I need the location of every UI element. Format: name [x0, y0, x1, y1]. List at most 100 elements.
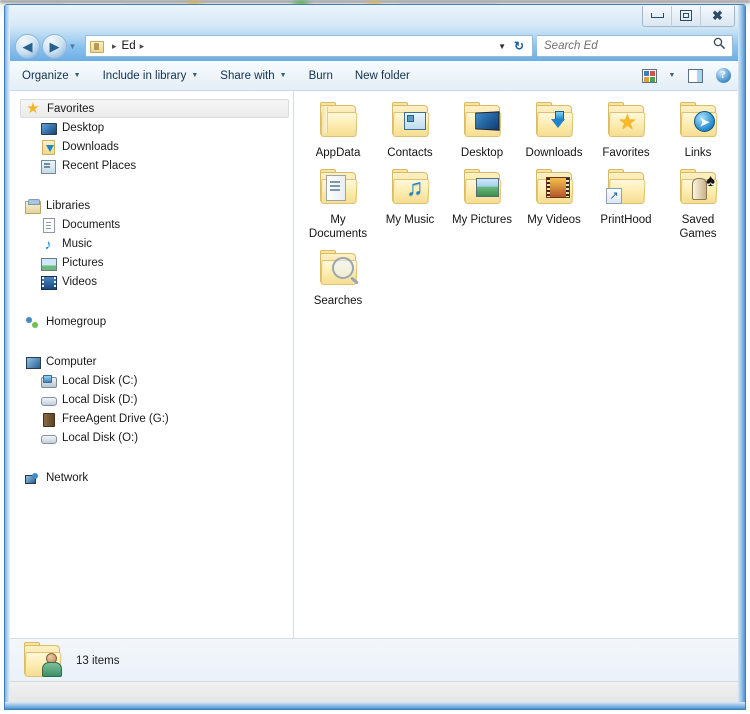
help-icon: ?: [715, 68, 731, 83]
close-button[interactable]: ✖: [701, 6, 734, 25]
change-view-button[interactable]: [636, 65, 662, 87]
recent-places-icon: [40, 158, 56, 174]
documents-icon: [40, 217, 56, 233]
list-item-label: Saved Games: [679, 214, 717, 240]
film-icon: [546, 177, 570, 198]
external-drive-icon: [40, 411, 56, 427]
folder-searches-icon: [314, 249, 362, 291]
monitor-icon: [475, 111, 500, 131]
folder-pictures-icon: [458, 168, 506, 210]
sidebar-label-favorites: Favorites: [47, 102, 95, 115]
chevron-down-icon: ▼: [191, 72, 199, 79]
list-item-label: Contacts: [387, 147, 433, 159]
sidebar-item-pictures[interactable]: Pictures: [10, 253, 293, 272]
star-icon: ★: [26, 99, 40, 117]
folder-videos-icon: [530, 168, 578, 210]
command-toolbar: Organize ▼ Include in library ▼ Share wi…: [10, 61, 738, 91]
list-item[interactable]: ★ Favorites: [590, 97, 662, 160]
sidebar-item-music[interactable]: ♪ Music: [10, 234, 293, 253]
recent-pages-dropdown-icon[interactable]: ▼: [68, 42, 77, 51]
user-avatar-icon: [42, 652, 62, 677]
disk-icon: [40, 392, 57, 408]
organize-button[interactable]: Organize ▼: [12, 65, 91, 87]
folder-downloads-icon: [530, 101, 578, 143]
videos-icon: [40, 274, 57, 290]
minimize-button[interactable]: [643, 6, 672, 25]
sidebar-item-local-disk-c[interactable]: Local Disk (C:): [10, 371, 293, 390]
sidebar-item-videos[interactable]: Videos: [10, 272, 293, 291]
change-view-dropdown[interactable]: ▼: [664, 65, 680, 87]
icon-grid: AppData Contacts Desktop Downloads ★ Fav…: [294, 91, 738, 312]
include-in-library-button[interactable]: Include in library ▼: [93, 65, 209, 87]
sidebar-item-desktop[interactable]: Desktop: [10, 118, 293, 137]
sidebar-item-homegroup[interactable]: Homegroup: [10, 312, 293, 331]
share-with-button[interactable]: Share with ▼: [210, 65, 296, 87]
sidebar-label-downloads: Downloads: [62, 140, 119, 153]
back-button[interactable]: ◀: [15, 33, 40, 59]
search-icon: [713, 37, 726, 55]
homegroup-icon: [24, 314, 40, 330]
sidebar-label-network: Network: [46, 471, 89, 484]
list-item[interactable]: ➤ Links: [662, 97, 734, 160]
list-item[interactable]: Downloads: [518, 97, 590, 160]
sidebar-item-network[interactable]: Network: [10, 468, 293, 487]
new-folder-label: New folder: [354, 69, 410, 82]
folder-icon: [314, 101, 362, 143]
sidebar-label-local-disk-d: Local Disk (D:): [62, 393, 138, 406]
search-box[interactable]: Search Ed: [537, 35, 733, 57]
new-folder-button[interactable]: New folder: [345, 65, 420, 87]
sidebar-label-desktop: Desktop: [62, 121, 105, 134]
chevron-down-icon: ▼: [73, 72, 81, 79]
preview-pane-button[interactable]: [682, 65, 708, 87]
folder-games-icon: ♠: [674, 168, 722, 210]
downloads-icon: [40, 139, 56, 155]
list-item-label: Downloads: [525, 147, 583, 159]
restore-button[interactable]: [672, 6, 701, 25]
help-button[interactable]: ?: [710, 65, 736, 87]
breadcrumb-item-ed[interactable]: Ed: [122, 40, 136, 52]
list-item[interactable]: ↗ PrintHood: [590, 164, 662, 241]
sidebar-item-libraries[interactable]: Libraries: [10, 196, 293, 215]
list-item[interactable]: Searches: [302, 245, 374, 308]
list-item[interactable]: ♠ Saved Games: [662, 164, 734, 241]
list-item[interactable]: Desktop: [446, 97, 518, 160]
list-item[interactable]: My Pictures: [446, 164, 518, 241]
list-item-label: PrintHood: [600, 214, 652, 226]
list-item[interactable]: My Documents: [302, 164, 374, 241]
sidebar-item-local-disk-d[interactable]: Local Disk (D:): [10, 390, 293, 409]
nav-spacer-1: [10, 177, 293, 196]
sidebar-item-downloads[interactable]: Downloads: [10, 137, 293, 156]
list-item[interactable]: ♫ My Music: [374, 164, 446, 241]
sidebar-item-local-disk-o[interactable]: Local Disk (O:): [10, 428, 293, 447]
list-item[interactable]: My Videos: [518, 164, 590, 241]
minimize-icon: [650, 13, 664, 18]
sidebar-item-computer[interactable]: Computer: [10, 352, 293, 371]
address-bar-row: ◀ ▶ ▼ ▸ Ed ▸ ▼ ↻ Search Ed: [5, 31, 745, 61]
libraries-icon: [24, 198, 41, 214]
computer-icon: [24, 354, 41, 370]
list-item-label: AppData: [315, 147, 361, 159]
sidebar-label-pictures: Pictures: [62, 256, 104, 269]
list-item[interactable]: AppData: [302, 97, 374, 160]
folder-favorites-icon: ★: [602, 101, 650, 143]
file-list-view[interactable]: AppData Contacts Desktop Downloads ★ Fav…: [294, 91, 738, 638]
folder-music-icon: ♫: [386, 168, 434, 210]
sidebar-label-libraries: Libraries: [46, 199, 91, 212]
shortcut-arrow-icon: ↗: [606, 188, 622, 204]
sidebar-label-freeagent-drive-g: FreeAgent Drive (G:): [62, 412, 169, 425]
breadcrumb-separator-trailing[interactable]: ▸: [140, 41, 145, 52]
folder-desktop-icon: [458, 101, 506, 143]
breadcrumb-dropdown-icon[interactable]: ▼: [498, 36, 506, 56]
search-input[interactable]: Search Ed: [544, 40, 598, 52]
navigation-pane[interactable]: ★ Favorites Desktop Downloads Recent Pla…: [10, 91, 294, 638]
refresh-icon[interactable]: ↻: [510, 36, 528, 56]
sidebar-item-recent-places[interactable]: Recent Places: [10, 156, 293, 175]
burn-button[interactable]: Burn: [299, 65, 343, 87]
sidebar-item-favorites[interactable]: ★ Favorites: [20, 99, 289, 118]
list-item[interactable]: Contacts: [374, 97, 446, 160]
forward-button[interactable]: ▶: [42, 33, 67, 59]
breadcrumb-bar[interactable]: ▸ Ed ▸ ▼ ↻: [85, 35, 533, 57]
sidebar-item-documents[interactable]: Documents: [10, 215, 293, 234]
sidebar-item-freeagent-drive-g[interactable]: FreeAgent Drive (G:): [10, 409, 293, 428]
share-with-label: Share with: [220, 69, 275, 82]
